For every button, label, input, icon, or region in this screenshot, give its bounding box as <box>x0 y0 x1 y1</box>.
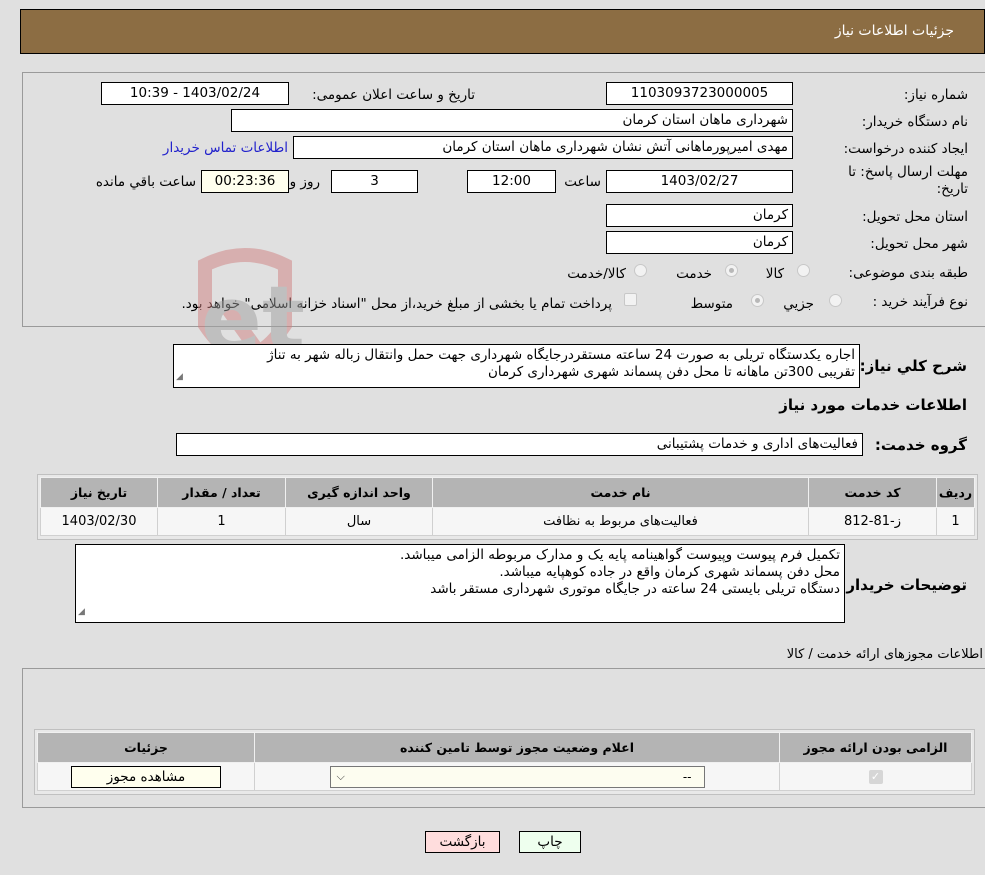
buyer-notes-textarea[interactable]: تکمیل فرم پیوست وپیوست گواهینامه پایه یک… <box>75 544 845 623</box>
need-number-field[interactable]: 1103093723000005 <box>606 82 793 105</box>
permits-section-title: اطلاعات مجوزهای ارائه خدمت / کالا <box>786 647 983 662</box>
buyer-notes-label: توضیحات خریدار: <box>840 576 967 594</box>
time-remaining-field: 00:23:36 <box>201 170 289 193</box>
buyer-contact-link[interactable]: اطلاعات تماس خریدار <box>163 140 288 156</box>
description-textarea[interactable]: اجاره یکدستگاه تریلی به صورت 24 ساعته مس… <box>173 344 860 388</box>
col-service-name: نام خدمت <box>432 477 809 508</box>
delivery-province-field[interactable]: کرمان <box>606 204 793 227</box>
required-checkbox-checked-icon: ✓ <box>868 770 883 784</box>
chevron-down-icon: ⌵ <box>336 769 345 783</box>
cell-quantity: 1 <box>157 507 286 536</box>
permit-status-value: -- <box>682 769 692 784</box>
deadline-date-field[interactable]: 1403/02/27 <box>606 170 793 193</box>
cell-permit-details: مشاهده مجوز <box>37 762 255 791</box>
category-radio-goods-service[interactable] <box>634 264 647 277</box>
time-remaining-label: ساعت باقي مانده <box>95 174 196 190</box>
treasury-note: پرداخت تمام یا بخشی از مبلغ خرید،از محل … <box>181 296 612 312</box>
days-label: روز و <box>289 174 320 190</box>
col-need-date: تاریخ نیاز <box>40 477 158 508</box>
services-table: ردیف کد خدمت نام خدمت واحد اندازه گیری ت… <box>40 477 975 536</box>
delivery-province-label: استان محل تحویل: <box>862 209 968 225</box>
col-permit-required: الزامی بودن ارائه مجوز <box>779 732 972 763</box>
deadline-time-field[interactable]: 12:00 <box>467 170 556 193</box>
process-option-minor: جزيي <box>783 296 814 312</box>
col-quantity: تعداد / مقدار <box>157 477 286 508</box>
buyer-org-label: نام دستگاه خریدار: <box>861 114 968 130</box>
buyer-note-line-3: دستگاه تریلی بایستی 24 ساعته در جایگاه م… <box>430 581 840 597</box>
category-option-service: خدمت <box>676 266 712 282</box>
col-row-number: ردیف <box>936 477 975 508</box>
requester-label: ایجاد کننده درخواست: <box>843 141 968 157</box>
days-remaining-field[interactable]: 3 <box>331 170 418 193</box>
col-permit-status: اعلام وضعیت مجوز توسط تامین کننده <box>254 732 780 763</box>
buyer-note-line-2: محل دفن پسماند شهری کرمان واقع در جاده ک… <box>499 564 840 580</box>
buyer-org-field[interactable]: شهرداری ماهان استان کرمان <box>231 109 793 132</box>
col-permit-details: جزئیات <box>37 732 255 763</box>
process-radio-minor[interactable] <box>829 294 842 307</box>
cell-permit-status: -- ⌵ <box>254 762 780 791</box>
category-option-goods-service: کالا/خدمت <box>567 266 626 282</box>
permit-status-select[interactable]: -- ⌵ <box>329 765 705 788</box>
process-option-medium: متوسط <box>690 296 733 312</box>
buyer-note-line-1: تکمیل فرم پیوست وپیوست گواهینامه پایه یک… <box>399 547 840 563</box>
description-label: شرح کلي نیاز: <box>859 357 967 375</box>
permits-table: الزامی بودن ارائه مجوز اعلام وضعیت مجوز … <box>37 732 972 791</box>
description-line-2: تقریبی 300تن ماهانه تا محل دفن پسماند شه… <box>488 364 855 380</box>
treasury-checkbox[interactable] <box>624 293 637 306</box>
category-option-goods: کالا <box>765 266 784 282</box>
cell-permit-required: ✓ <box>779 762 972 791</box>
announce-datetime-label: تاریخ و ساعت اعلان عمومی: <box>312 87 475 103</box>
table-row: ✓ -- ⌵ مشاهده مجوز <box>37 762 972 791</box>
page-title: جزئیات اطلاعات نیاز <box>834 23 954 39</box>
process-radio-medium[interactable] <box>751 294 764 307</box>
delivery-city-label: شهر محل تحویل: <box>870 236 968 252</box>
need-number-label: شماره نیاز: <box>903 87 968 103</box>
category-radio-service[interactable] <box>725 264 738 277</box>
cell-unit: سال <box>285 507 433 536</box>
print-button[interactable]: چاپ <box>519 831 581 853</box>
cell-service-name: فعالیت‌های مربوط به نظافت <box>432 507 809 536</box>
table-row: 1 ز-81-812 فعالیت‌های مربوط به نظافت سال… <box>40 507 975 536</box>
back-button[interactable]: بازگشت <box>425 831 500 853</box>
delivery-city-field[interactable]: کرمان <box>606 231 793 254</box>
deadline-label-line1: مهلت ارسال پاسخ: تا <box>848 164 968 180</box>
resize-handle-icon[interactable]: ◢ <box>176 369 183 386</box>
process-type-label: نوع فرآیند خرید : <box>872 294 968 310</box>
cell-need-date: 1403/02/30 <box>40 507 158 536</box>
service-group-field[interactable]: فعالیت‌های اداری و خدمات پشتیبانی <box>176 433 863 456</box>
page-header: جزئیات اطلاعات نیاز <box>20 9 985 54</box>
col-unit: واحد اندازه گیری <box>285 477 433 508</box>
category-radio-goods[interactable] <box>797 264 810 277</box>
service-group-label: گروه خدمت: <box>874 436 967 454</box>
cell-row-number: 1 <box>936 507 975 536</box>
category-label: طبقه بندی موضوعی: <box>848 265 968 281</box>
services-section-title: اطلاعات خدمات مورد نیاز <box>779 396 967 414</box>
cell-service-code: ز-81-812 <box>808 507 937 536</box>
resize-handle-icon[interactable]: ◢ <box>78 604 85 621</box>
view-permit-button[interactable]: مشاهده مجوز <box>71 765 221 788</box>
col-service-code: کد خدمت <box>808 477 937 508</box>
description-line-1: اجاره یکدستگاه تریلی به صورت 24 ساعته مس… <box>267 347 855 363</box>
deadline-time-label: ساعت <box>564 174 601 190</box>
deadline-label-line2: تاریخ: <box>936 181 968 197</box>
requester-field[interactable]: مهدی امیرپورماهانی آتش نشان شهرداری ماها… <box>293 136 793 159</box>
announce-datetime-field[interactable]: 1403/02/24 - 10:39 <box>101 82 289 105</box>
